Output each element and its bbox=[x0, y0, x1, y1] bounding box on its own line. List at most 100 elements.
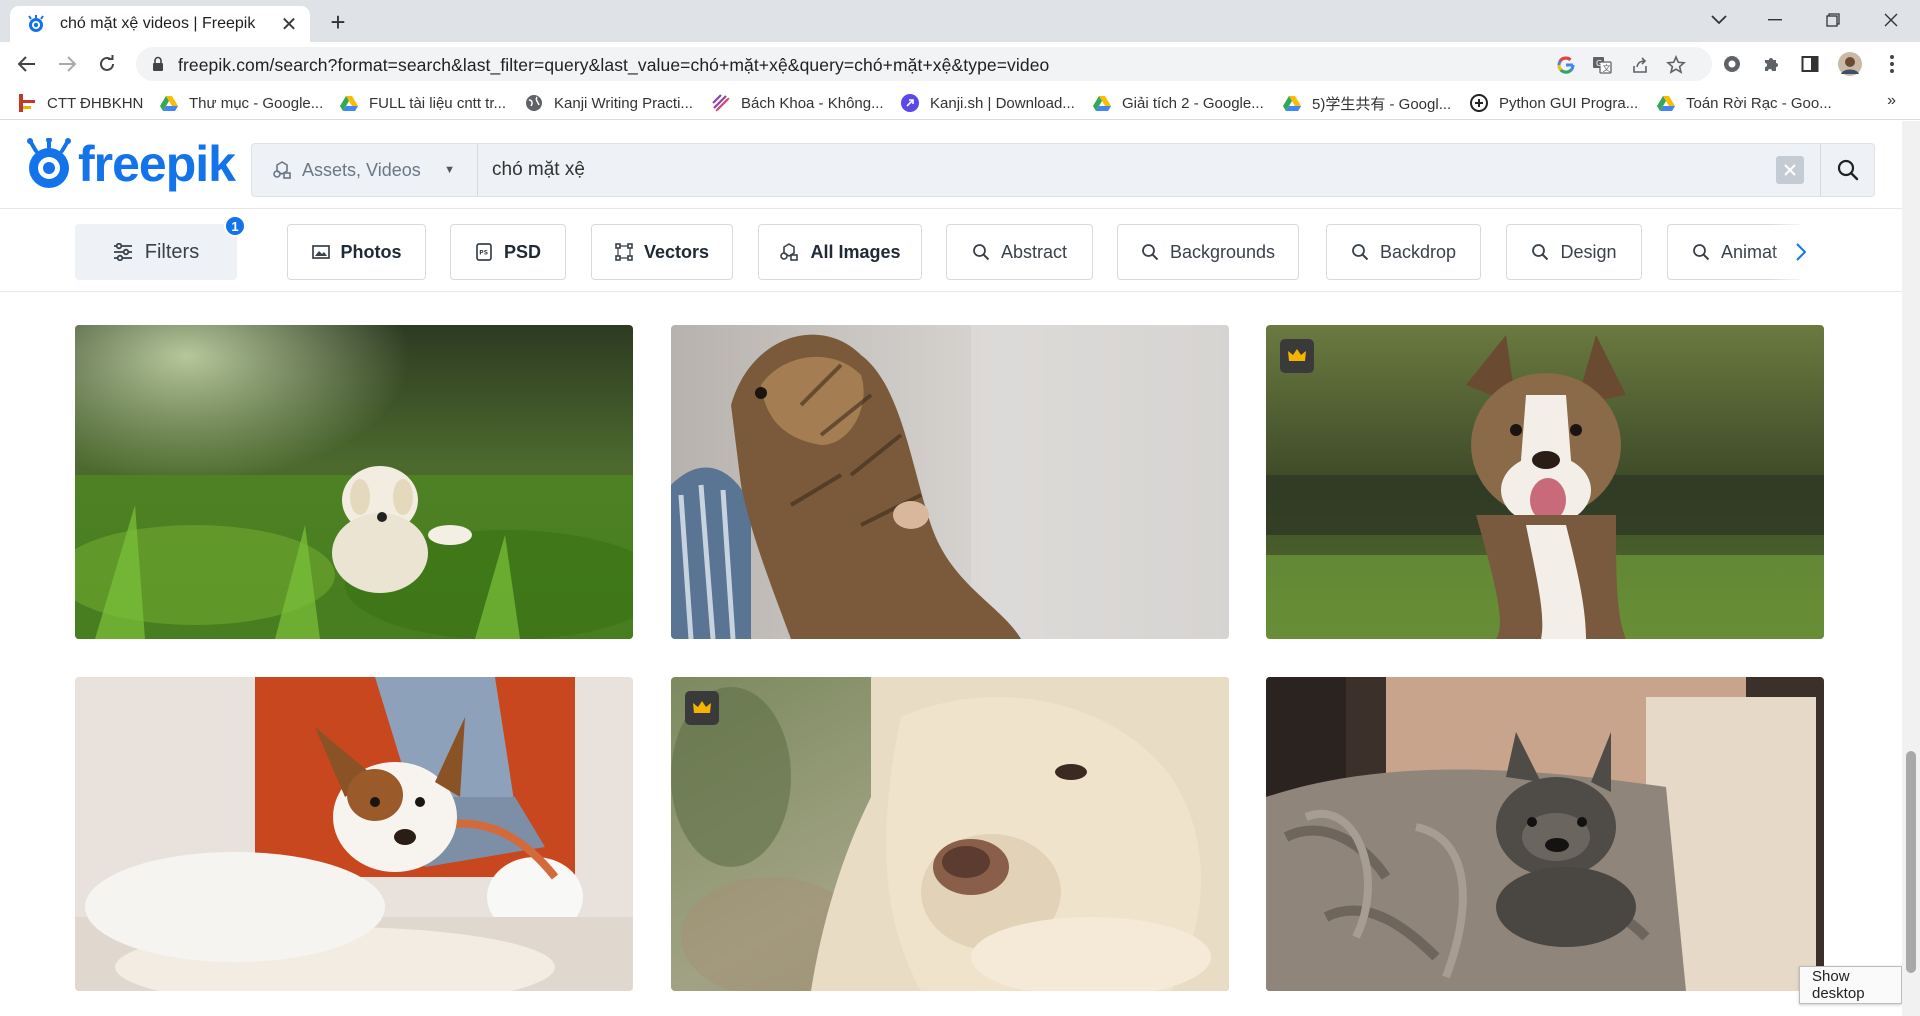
browser-window: chó mặt xệ videos | Freepik ✕ + freepik.… bbox=[0, 0, 1920, 1016]
video-result-white-dog-closeup[interactable] bbox=[671, 677, 1229, 991]
logo-text: freepik bbox=[78, 136, 236, 192]
chip-vectors[interactable]: Vectors bbox=[591, 224, 733, 280]
assets-icon bbox=[273, 161, 291, 179]
bookmark-star-icon[interactable] bbox=[1666, 55, 1686, 75]
freepik-page: freepik Assets, Videos ▼ chó mặt xệ Filt… bbox=[0, 121, 1902, 1016]
share-icon[interactable] bbox=[1630, 55, 1650, 75]
clear-search-button[interactable] bbox=[1776, 156, 1804, 184]
bookmark-label: Kanji.sh | Download... bbox=[930, 94, 1075, 112]
chip-all-images[interactable]: All Images bbox=[758, 224, 922, 280]
show-desktop-tooltip: Show desktop bbox=[1799, 966, 1902, 1004]
search-icon bbox=[1351, 243, 1369, 261]
address-bar[interactable]: freepik.com/search?format=search&last_fi… bbox=[136, 47, 1712, 81]
side-panel-icon[interactable] bbox=[1798, 52, 1822, 76]
tab-search-chevron-icon[interactable] bbox=[1696, 4, 1742, 36]
crown-icon bbox=[693, 701, 711, 713]
bookmark-item[interactable]: Giải tích 2 - Google... bbox=[1093, 92, 1264, 114]
url-text[interactable]: freepik.com/search?format=search&last_fi… bbox=[178, 55, 1049, 76]
scrollbar-thumb[interactable] bbox=[1906, 751, 1916, 973]
bookmark-label: CTT ĐHBKHN bbox=[47, 94, 144, 112]
chip-label: All Images bbox=[810, 241, 901, 262]
bookmark-item[interactable]: Kanji Writing Practi... bbox=[525, 92, 693, 114]
bookmark-item[interactable]: CTT ĐHBKHN bbox=[18, 92, 143, 114]
bookmark-item[interactable]: Bách Khoa - Không... bbox=[712, 92, 884, 114]
svg-text:PS: PS bbox=[479, 250, 488, 257]
bookmark-item[interactable]: 5)学生共有 - Googl... bbox=[1283, 92, 1451, 114]
chip-label: Abstract bbox=[1000, 241, 1068, 262]
close-window-button[interactable] bbox=[1868, 4, 1914, 36]
video-result-smiling-pitbull[interactable] bbox=[1266, 325, 1824, 639]
psd-icon: PS bbox=[475, 243, 493, 261]
svg-text:文: 文 bbox=[1603, 63, 1611, 73]
bookmark-item[interactable]: Python GUI Progra... bbox=[1470, 92, 1638, 114]
google-icon[interactable] bbox=[1556, 55, 1576, 75]
search-icon bbox=[972, 243, 990, 261]
sliders-icon bbox=[113, 243, 132, 261]
new-tab-button[interactable]: + bbox=[324, 7, 352, 37]
photo-icon bbox=[311, 244, 330, 260]
back-button[interactable] bbox=[12, 49, 42, 79]
bookmark-item[interactable]: Toán Rời Rạc - Goo... bbox=[1657, 92, 1832, 114]
site-header: freepik Assets, Videos ▼ chó mặt xệ bbox=[0, 121, 1902, 209]
chip-psd[interactable]: PS PSD bbox=[450, 224, 566, 280]
browser-menu-icon[interactable] bbox=[1880, 52, 1904, 76]
bookmark-label: Bách Khoa - Không... bbox=[741, 94, 884, 112]
chips-next-button[interactable] bbox=[1786, 237, 1816, 267]
bookmark-label: Thư mục - Google... bbox=[189, 94, 324, 112]
video-result-yorkshire-terrier[interactable] bbox=[671, 325, 1229, 639]
premium-crown-badge bbox=[685, 691, 719, 725]
bookmark-item[interactable]: FULL tài liệu cntt tr... bbox=[340, 92, 506, 114]
extensions-puzzle-icon[interactable] bbox=[1760, 52, 1784, 76]
active-tab[interactable]: chó mặt xệ videos | Freepik ✕ bbox=[10, 6, 310, 42]
globe-icon bbox=[525, 94, 543, 112]
extension-circle-icon[interactable] bbox=[1720, 52, 1744, 76]
tab-close-icon[interactable]: ✕ bbox=[278, 13, 300, 36]
google-drive-icon bbox=[340, 94, 358, 112]
video-result-french-bulldog-on-blanket[interactable] bbox=[1266, 677, 1824, 991]
asset-type-dropdown[interactable]: Assets, Videos ▼ bbox=[252, 144, 478, 196]
chevron-right-icon bbox=[1796, 243, 1806, 261]
search-submit-button[interactable] bbox=[1820, 144, 1874, 196]
chip-label: Design bbox=[1560, 241, 1617, 262]
minimize-button[interactable] bbox=[1752, 4, 1798, 36]
video-thumbnail bbox=[75, 677, 633, 991]
bookmark-item[interactable]: Thư mục - Google... bbox=[160, 92, 323, 114]
chip-backdrop[interactable]: Backdrop bbox=[1326, 224, 1481, 280]
freepik-logo[interactable]: freepik bbox=[24, 135, 236, 193]
search-icon bbox=[1531, 243, 1549, 261]
freepik-mascot-icon bbox=[27, 138, 71, 188]
chip-backgrounds[interactable]: Backgrounds bbox=[1117, 224, 1299, 280]
chip-label: Backdrop bbox=[1379, 241, 1457, 262]
reload-button[interactable] bbox=[92, 49, 122, 79]
chip-photos[interactable]: Photos bbox=[287, 224, 426, 280]
translate-icon[interactable]: G文 bbox=[1592, 55, 1612, 75]
video-result-puppy-in-grass[interactable] bbox=[75, 325, 633, 639]
filters-button[interactable]: Filters 1 bbox=[75, 215, 246, 280]
filter-bar: Filters 1 Photos PS PSD Vectors All Imag… bbox=[0, 209, 1902, 292]
svg-text:G: G bbox=[1596, 59, 1602, 68]
video-result-jack-russell-terrier[interactable] bbox=[75, 677, 633, 991]
profile-avatar[interactable] bbox=[1838, 52, 1862, 76]
search-input[interactable]: chó mặt xệ bbox=[478, 159, 1776, 181]
tab-strip: chó mặt xệ videos | Freepik ✕ + bbox=[0, 0, 1920, 42]
ctt-icon bbox=[18, 94, 36, 112]
bachkhoa-icon bbox=[712, 94, 730, 112]
python-icon bbox=[1470, 94, 1488, 112]
forward-button[interactable] bbox=[52, 49, 82, 79]
chip-label: PSD bbox=[503, 241, 541, 262]
chip-design[interactable]: Design bbox=[1506, 224, 1642, 280]
freepik-favicon-icon bbox=[28, 15, 44, 32]
lock-icon[interactable] bbox=[152, 56, 164, 72]
chip-label: Animat bbox=[1721, 241, 1778, 262]
browser-toolbar: freepik.com/search?format=search&last_fi… bbox=[0, 42, 1920, 86]
video-thumbnail bbox=[671, 677, 1229, 991]
page-scrollbar[interactable] bbox=[1902, 121, 1920, 1016]
bookmark-item[interactable]: Kanji.sh | Download... bbox=[901, 92, 1075, 114]
restore-button[interactable] bbox=[1810, 4, 1856, 36]
premium-crown-badge bbox=[1280, 339, 1314, 373]
chip-abstract[interactable]: Abstract bbox=[946, 224, 1093, 280]
bookmarks-overflow-button[interactable]: » bbox=[1887, 92, 1896, 110]
caret-down-icon: ▼ bbox=[444, 164, 455, 176]
crown-icon bbox=[1288, 349, 1306, 361]
video-thumbnail bbox=[671, 325, 1229, 639]
